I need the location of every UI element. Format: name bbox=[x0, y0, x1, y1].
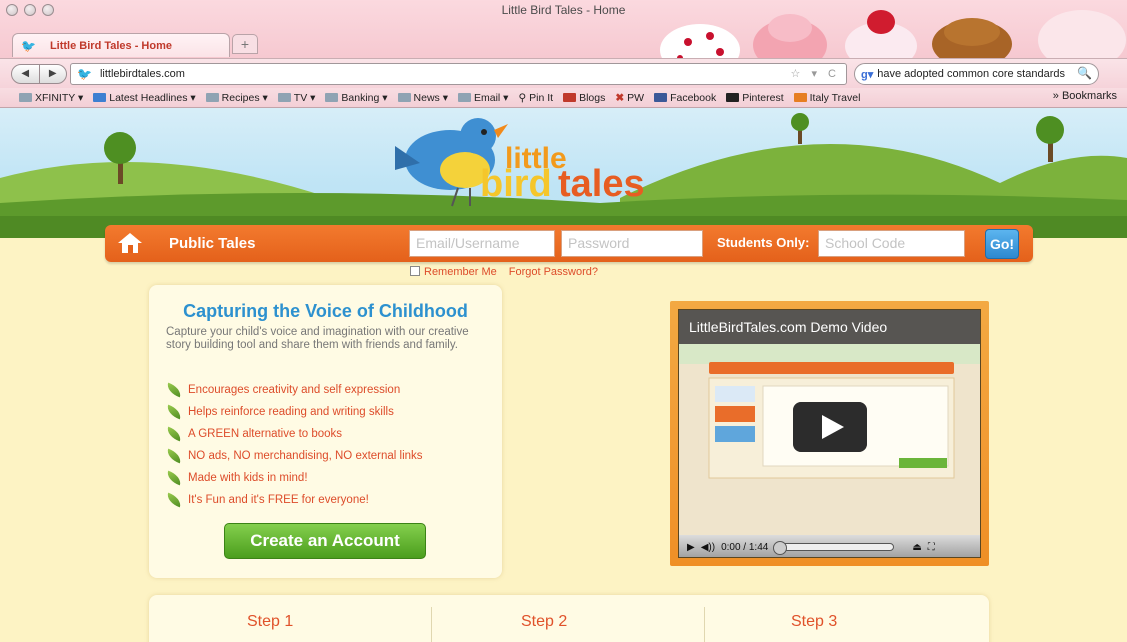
address-bar[interactable]: 🐦 littlebirdtales.com ☆ ▾ C bbox=[70, 63, 847, 85]
bookmark-blogs[interactable]: Blogs bbox=[563, 92, 605, 104]
steps-panel: Step 1 Step 2 Step 3 bbox=[149, 595, 989, 642]
url-text[interactable]: littlebirdtales.com bbox=[100, 68, 185, 80]
video-progress-bar[interactable] bbox=[773, 541, 895, 555]
logo-bird: bird bbox=[480, 163, 552, 205]
feature-item: Made with kids in mind! bbox=[164, 467, 423, 489]
back-arrow-icon[interactable]: ◀ bbox=[12, 65, 39, 83]
history-nav-buttons: ◀ ▶ bbox=[11, 64, 67, 84]
play-icon[interactable] bbox=[793, 402, 867, 452]
step-divider bbox=[704, 607, 705, 642]
bookmark-banking[interactable]: Banking ▾ bbox=[325, 92, 388, 104]
bird-favicon-icon: 🐦 bbox=[77, 67, 92, 81]
bookmark-recipes[interactable]: Recipes ▾ bbox=[205, 92, 268, 104]
leaf-icon bbox=[164, 382, 184, 398]
leaf-icon bbox=[164, 448, 184, 464]
folder-icon bbox=[277, 93, 291, 102]
rss-icon bbox=[93, 93, 107, 102]
bookmark-pinterest[interactable]: Pinterest bbox=[726, 92, 784, 104]
create-account-button[interactable]: Create an Account bbox=[224, 523, 426, 559]
folder-icon bbox=[397, 93, 411, 102]
tab-title: Little Bird Tales - Home bbox=[49, 39, 172, 52]
email-username-field[interactable]: Email/Username bbox=[409, 230, 555, 257]
folder-icon bbox=[325, 93, 339, 102]
intro-card: Capturing the Voice of Childhood Capture… bbox=[149, 285, 502, 578]
remember-me-checkbox[interactable] bbox=[410, 266, 420, 276]
go-button[interactable]: Go! bbox=[985, 229, 1019, 259]
bookmark-latest-headlines[interactable]: Latest Headlines ▾ bbox=[93, 92, 196, 104]
feature-item: Helps reinforce reading and writing skil… bbox=[164, 401, 423, 423]
bookmark-facebook[interactable]: Facebook bbox=[654, 92, 716, 104]
login-navbar: Public Tales Email/Username Password Stu… bbox=[105, 225, 1033, 262]
school-code-field[interactable]: School Code bbox=[818, 230, 965, 257]
bookmark-news[interactable]: News ▾ bbox=[397, 92, 448, 104]
search-query[interactable]: have adopted common core standards bbox=[877, 68, 1065, 80]
bookmark-italy-travel[interactable]: Italy Travel bbox=[793, 92, 860, 104]
search-icon[interactable]: 🔍 bbox=[1077, 66, 1092, 80]
feature-item: Encourages creativity and self expressio… bbox=[164, 379, 423, 401]
header-landscape: little bird tales bbox=[0, 113, 1127, 238]
public-tales-link[interactable]: Public Tales bbox=[169, 235, 255, 252]
video-title: LittleBirdTales.com Demo Video bbox=[679, 310, 980, 344]
address-bar-icons: ☆ ▾ C bbox=[790, 68, 840, 80]
fullscreen-icon[interactable]: ⛶ bbox=[928, 542, 935, 553]
leaf-icon bbox=[164, 492, 184, 508]
pw-icon: ✖ bbox=[615, 91, 625, 104]
tree-center bbox=[791, 113, 809, 144]
forgot-password-link[interactable]: Forgot Password? bbox=[509, 266, 598, 278]
volume-icon[interactable]: ◀)) bbox=[701, 542, 715, 553]
bird-favicon-icon: 🐦 bbox=[21, 38, 36, 53]
leaf-icon bbox=[164, 426, 184, 442]
step-2-title: Step 2 bbox=[521, 613, 568, 630]
demo-video-player[interactable]: LittleBirdTales.com Demo Video ▶ ◀)) 0:0… bbox=[678, 309, 981, 558]
step-1-title: Step 1 bbox=[247, 613, 294, 630]
folder-icon bbox=[19, 93, 32, 102]
tab-active[interactable]: 🐦 Little Bird Tales - Home bbox=[12, 33, 230, 57]
students-only-label: Students Only: bbox=[717, 235, 810, 250]
bookmark-pw[interactable]: ✖ PW bbox=[615, 92, 644, 104]
forward-arrow-icon[interactable]: ▶ bbox=[38, 65, 67, 83]
logo-tales: tales bbox=[558, 163, 645, 205]
feature-item: NO ads, NO merchandising, NO external li… bbox=[164, 445, 423, 467]
remember-me[interactable]: Remember Me bbox=[410, 266, 497, 278]
intro-title: Capturing the Voice of Childhood bbox=[183, 301, 468, 321]
new-tab-button[interactable]: + bbox=[232, 34, 258, 54]
bookmark-xfinity[interactable]: XFINITY ▾ bbox=[19, 92, 83, 104]
folder-icon bbox=[205, 93, 219, 102]
search-box[interactable]: g▾ have adopted common core standards 🔍 bbox=[854, 63, 1099, 85]
bookmark-tv[interactable]: TV ▾ bbox=[277, 92, 315, 104]
folder-icon bbox=[457, 93, 471, 102]
demo-video-frame: LittleBirdTales.com Demo Video ▶ ◀)) 0:0… bbox=[670, 301, 989, 566]
password-field[interactable]: Password bbox=[561, 230, 703, 257]
pinterest-icon bbox=[726, 93, 740, 102]
leaf-icon bbox=[164, 404, 184, 420]
pin-icon: ⚲ bbox=[518, 91, 527, 104]
video-controls: ▶ ◀)) 0:00 / 1:44 ⏏ ⛶ bbox=[679, 535, 980, 557]
home-icon[interactable] bbox=[117, 232, 143, 254]
browser-toolbar: ◀ ▶ 🐦 littlebirdtales.com ☆ ▾ C g▾ have … bbox=[0, 58, 1127, 88]
feature-item: It's Fun and it's FREE for everyone! bbox=[164, 489, 423, 511]
bookmarks-overflow[interactable]: » Bookmarks bbox=[1053, 90, 1117, 102]
bookmarks-bar: XFINITY ▾ Latest Headlines ▾ Recipes ▾ T… bbox=[0, 88, 1127, 108]
feature-list: Encourages creativity and self expressio… bbox=[164, 379, 423, 511]
folder-icon bbox=[563, 93, 577, 102]
facebook-icon bbox=[654, 93, 668, 102]
popout-icon[interactable]: ⏏ bbox=[912, 542, 921, 553]
video-time: 0:00 / 1:44 bbox=[721, 541, 769, 553]
step-3-title: Step 3 bbox=[791, 613, 838, 630]
google-icon: g▾ bbox=[861, 68, 874, 81]
feature-item: A GREEN alternative to books bbox=[164, 423, 423, 445]
bookmark-pin-it[interactable]: ⚲ Pin It bbox=[518, 92, 553, 104]
play-button-icon[interactable]: ▶ bbox=[687, 542, 695, 553]
login-options: Remember Me Forgot Password? bbox=[410, 266, 598, 278]
leaf-icon bbox=[164, 470, 184, 486]
tree-right bbox=[1036, 116, 1064, 162]
step-divider bbox=[431, 607, 432, 642]
bt-icon bbox=[793, 93, 807, 102]
bookmark-email[interactable]: Email ▾ bbox=[457, 92, 508, 104]
intro-text: Capture your child's voice and imaginati… bbox=[166, 326, 469, 351]
